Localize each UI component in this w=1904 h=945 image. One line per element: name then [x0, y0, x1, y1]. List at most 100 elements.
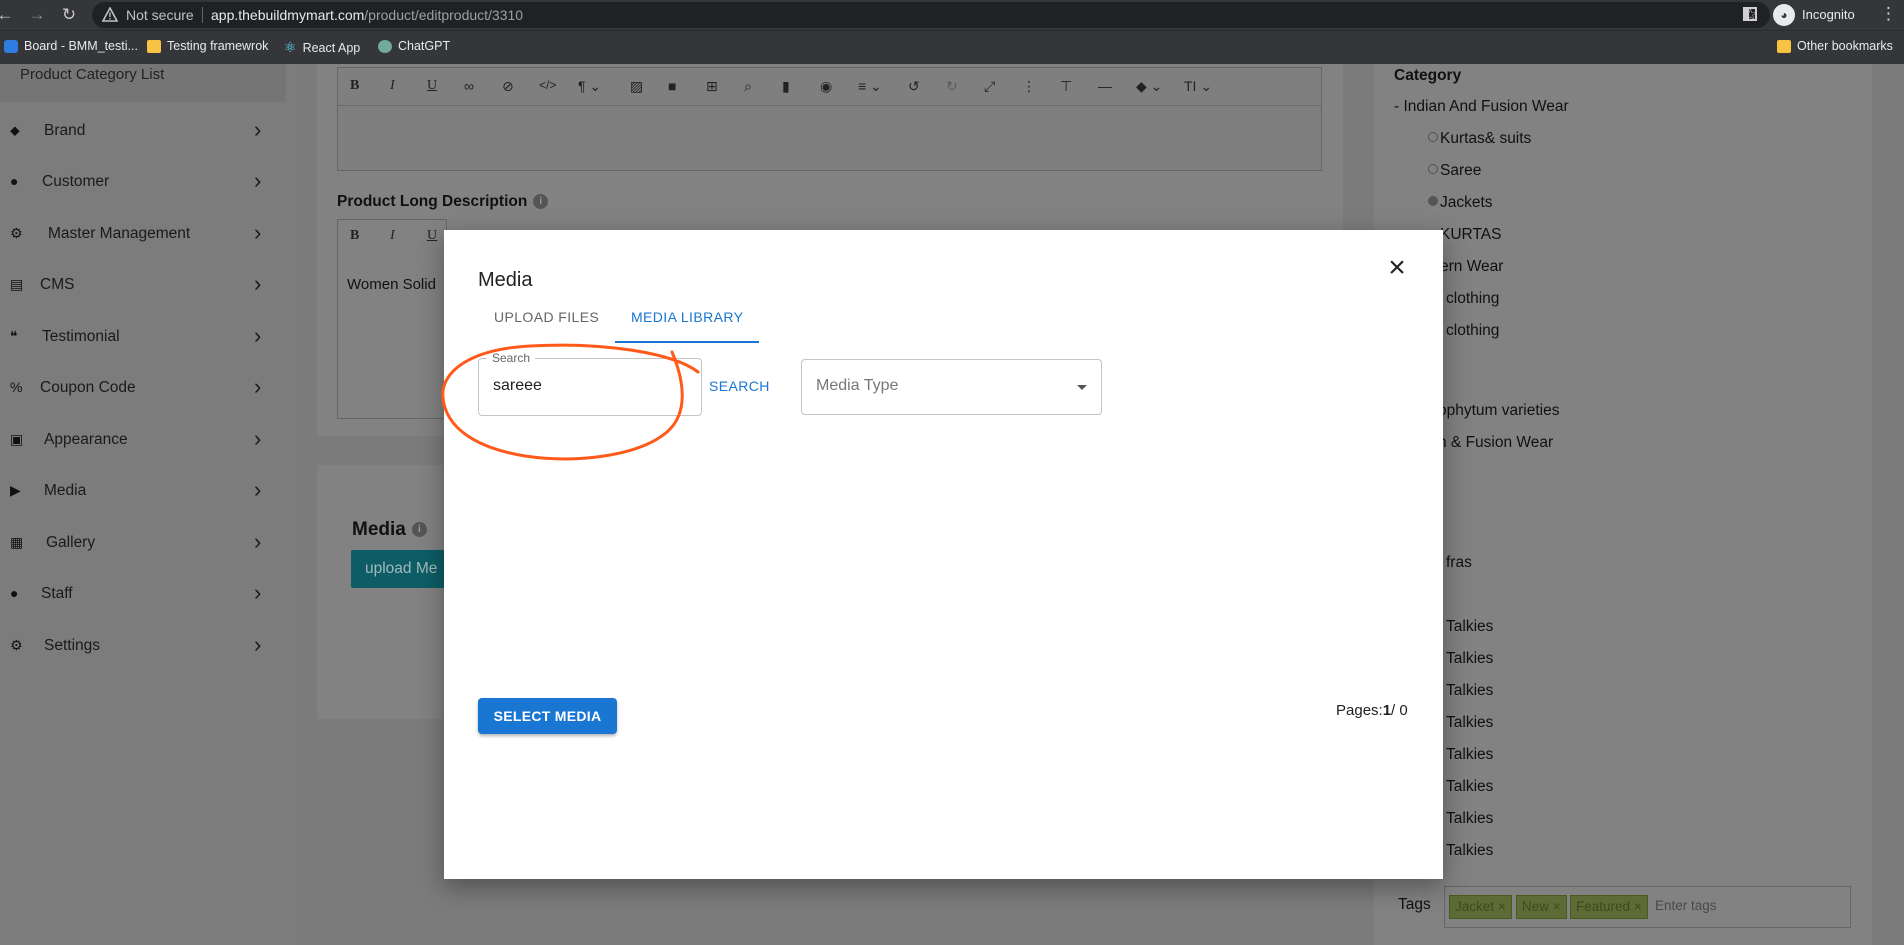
category-item[interactable]: Kurtas& suits [1428, 130, 1531, 148]
forward-icon[interactable]: → [26, 4, 48, 26]
search-button[interactable]: SEARCH [709, 378, 770, 394]
image-icon[interactable]: ▨ [630, 78, 643, 95]
long-description-editor[interactable]: B I U Women Solid [337, 219, 447, 419]
category-item[interactable]: fras [1446, 554, 1472, 572]
short-description-editor[interactable]: B I U ∞ ⊘ </> ¶ ⌄ ▨ ■ ⊞ ⌕ ▮ ◉ ≡ ⌄ ↺ ↻ ⤢ … [337, 67, 1322, 171]
category-item[interactable]: Talkies [1446, 682, 1493, 700]
bookmark-board[interactable]: Board - BMM_testi... [4, 39, 138, 53]
more-icon[interactable]: ⋮ [1022, 78, 1036, 95]
category-item[interactable]: Talkies [1446, 618, 1493, 636]
bold-icon[interactable]: B [350, 228, 359, 244]
sidebar-item-testimonial[interactable]: ❝ Testimonial › [0, 317, 286, 357]
bookmark-testing-framewrok[interactable]: Testing framewrok [147, 39, 268, 53]
bookmark-other[interactable]: Other bookmarks [1777, 39, 1893, 53]
sidebar: Product Category List ⬥ Brand › ● Custom… [0, 64, 300, 945]
unlink-icon[interactable]: ⊘ [502, 78, 514, 95]
category-item[interactable]: Talkies [1446, 778, 1493, 796]
category-radio[interactable] [1428, 196, 1438, 206]
search-input[interactable] [493, 377, 693, 395]
bookmark-react-app[interactable]: ⚛ React App [284, 39, 360, 56]
fullscreen-icon[interactable]: ⤢ [984, 78, 995, 95]
code-icon[interactable]: </> [539, 78, 556, 92]
horizontal-rule-icon[interactable]: — [1098, 78, 1112, 94]
folder-icon [1777, 39, 1791, 53]
category-item[interactable]: n & Fusion Wear [1438, 434, 1553, 452]
category-item-label: Kurtas& suits [1440, 130, 1532, 147]
reload-icon[interactable]: ↻ [58, 4, 80, 26]
side-panel-icon[interactable] [1743, 7, 1757, 21]
paragraph-icon[interactable]: ¶ ⌄ [578, 78, 601, 95]
incognito-icon[interactable]: ◕ [1773, 4, 1795, 26]
browser-menu-icon[interactable]: ⋮ [1880, 4, 1897, 24]
category-item[interactable]: Talkies [1446, 650, 1493, 668]
color-drop-icon[interactable]: ◆ ⌄ [1136, 78, 1162, 95]
tag-chip[interactable]: New × [1516, 895, 1567, 919]
sidebar-item-settings[interactable]: ⚙ Settings › [0, 626, 286, 666]
url-text[interactable]: app.thebuildmymart.com/product/editprodu… [211, 7, 523, 23]
sidebar-item-cms[interactable]: ▤ CMS › [0, 265, 286, 305]
tab-media-library[interactable]: MEDIA LIBRARY [631, 309, 743, 325]
back-icon[interactable]: ← [0, 4, 16, 26]
search-icon[interactable]: ⌕ [744, 78, 752, 95]
video-icon[interactable]: ■ [668, 78, 676, 94]
category-item[interactable]: Jackets [1428, 194, 1493, 212]
category-item[interactable]: - Indian And Fusion Wear [1394, 98, 1569, 116]
category-item[interactable]: Talkies [1446, 714, 1493, 732]
sidebar-item-brand[interactable]: ⬥ Brand › [0, 111, 286, 151]
search-field[interactable]: Search [478, 351, 702, 416]
sidebar-item-label: CMS [40, 276, 75, 293]
bookmark-label: React App [302, 40, 361, 55]
info-icon[interactable]: i [533, 194, 549, 210]
sidebar-item-staff[interactable]: ● Staff › [0, 574, 286, 614]
category-item[interactable]: Saree [1428, 162, 1481, 180]
tags-label: Tags [1398, 896, 1431, 913]
sidebar-item-master-management[interactable]: ⚙ Master Management › [0, 214, 286, 254]
link-icon[interactable]: ∞ [464, 78, 474, 94]
url-host: app.thebuildmymart.com [211, 7, 365, 23]
tags-input[interactable]: Enter tags [1655, 898, 1717, 913]
bold-icon[interactable]: B [350, 78, 359, 94]
category-item[interactable]: ophytum varieties [1438, 402, 1559, 420]
underline-icon[interactable]: U [427, 228, 437, 244]
sidebar-item-product-category-list[interactable]: Product Category List [0, 64, 286, 102]
category-radio[interactable] [1428, 164, 1438, 174]
sidebar-item-coupon-code[interactable]: % Coupon Code › [0, 368, 286, 408]
bookmark-chatgpt[interactable]: ChatGPT [378, 39, 450, 53]
sidebar-item-media[interactable]: ▶ Media › [0, 471, 286, 511]
category-item-label: Talkies [1446, 778, 1494, 795]
category-item[interactable]: Talkies [1446, 746, 1493, 764]
tags-input-box[interactable]: Jacket × New × Featured × Enter tags [1444, 886, 1851, 928]
tab-upload-files[interactable]: UPLOAD FILES [494, 309, 599, 325]
media-type-select[interactable]: Media Type [801, 359, 1102, 415]
format-painter-icon[interactable]: ⊤ [1060, 78, 1072, 95]
sidebar-item-customer[interactable]: ● Customer › [0, 162, 286, 202]
text-size-icon[interactable]: TI ⌄ [1184, 78, 1212, 95]
category-item[interactable]: Talkies [1446, 810, 1493, 828]
upload-media-button[interactable]: upload Me [351, 550, 451, 588]
select-media-button[interactable]: SELECT MEDIA [478, 698, 617, 734]
preview-eye-icon[interactable]: ◉ [820, 78, 832, 95]
category-item[interactable]: clothing [1446, 290, 1499, 308]
info-icon[interactable]: i [411, 522, 427, 538]
file-icon[interactable]: ▮ [782, 78, 790, 95]
redo-icon[interactable]: ↻ [946, 78, 958, 95]
tag-chip[interactable]: Jacket × [1449, 895, 1512, 919]
underline-icon[interactable]: U [427, 78, 437, 94]
category-item[interactable]: ern Wear [1440, 258, 1503, 276]
italic-icon[interactable]: I [390, 228, 395, 244]
close-icon[interactable]: × [1384, 253, 1410, 283]
sidebar-item-gallery[interactable]: ▦ Gallery › [0, 523, 286, 563]
category-item[interactable]: clothing [1446, 322, 1499, 340]
align-icon[interactable]: ≡ ⌄ [858, 78, 882, 95]
category-item[interactable]: KURTAS [1440, 226, 1501, 244]
table-icon[interactable]: ⊞ [706, 78, 718, 95]
address-bar[interactable]: Not secure app.thebuildmymart.com/produc… [92, 2, 1770, 28]
security-status[interactable]: Not secure [126, 7, 194, 23]
tag-chip[interactable]: Featured × [1570, 895, 1648, 919]
sidebar-item-appearance[interactable]: ▣ Appearance › [0, 420, 286, 460]
category-item[interactable]: Talkies [1446, 842, 1493, 860]
italic-icon[interactable]: I [390, 78, 395, 94]
browser-toolbar: ← → ↻ Not secure app.thebuildmymart.com/… [0, 0, 1904, 30]
category-radio[interactable] [1428, 132, 1438, 142]
undo-icon[interactable]: ↺ [908, 78, 920, 95]
